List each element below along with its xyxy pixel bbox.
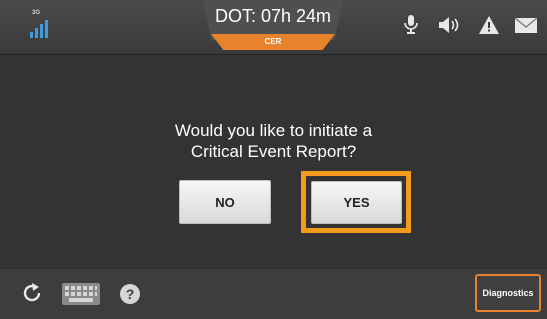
help-icon[interactable]: ? [119,283,141,305]
mail-icon[interactable] [514,14,538,36]
status-bar: 3G DOT: 07h 24m CER [0,0,547,55]
no-button[interactable]: NO [179,180,271,224]
svg-text:?: ? [126,286,135,302]
prompt-line-1: Would you like to initiate a [174,121,373,140]
dot-timer-label: DOT: 07h 24m [214,6,332,26]
yes-button[interactable]: YES [311,181,402,224]
signal-strength-icon: 3G [30,10,52,40]
keyboard-icon[interactable] [62,283,100,305]
refresh-icon[interactable] [20,281,44,305]
speaker-icon[interactable] [437,14,461,36]
prompt-line-2: Critical Event Report? [190,142,357,161]
network-type-label: 3G [32,10,41,16]
diagnostics-button[interactable]: Diagnostics [475,274,541,312]
warning-icon[interactable] [478,14,500,36]
microphone-icon[interactable] [403,14,419,36]
cer-tab: CER [211,34,335,50]
critical-event-prompt: Would you like to initiate a Critical Ev… [0,120,547,162]
